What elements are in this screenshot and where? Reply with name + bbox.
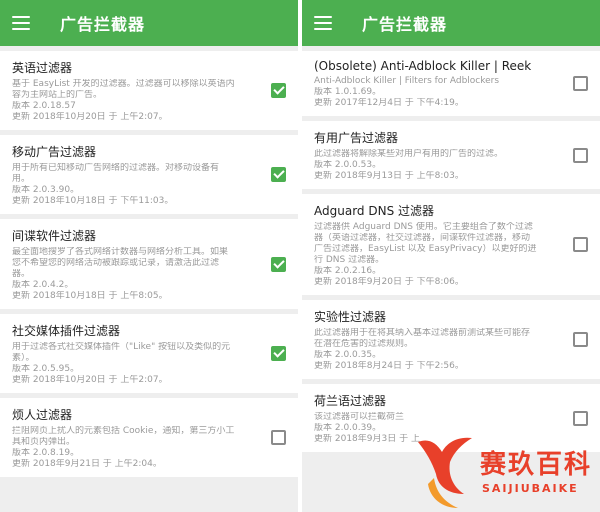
filter-checkbox[interactable]	[271, 256, 286, 272]
filter-description-line: 素）。	[12, 353, 35, 363]
filter-description-line: 拦阻网页上扰人的元素包括 Cookie，通知，第三方小工	[12, 426, 235, 436]
filter-description-line: 最全面地搜罗了各式网络计数器与网络分析工具。如果	[12, 247, 229, 257]
watermark-subtext: SAIJIUBAIKE	[482, 482, 579, 495]
app-bar: 广告拦截器	[0, 0, 298, 46]
filter-description-line: 容为主网站上的广告。	[12, 90, 103, 100]
app-bar: 广告拦截器	[302, 0, 600, 46]
filter-item[interactable]: 有用广告过滤器此过滤器将解除某些对用户有用的广告的过滤。 版本 2.0.0.53。…	[302, 121, 600, 189]
filter-description-line: 具和页内弹出。	[12, 437, 76, 447]
filter-description-line: 版本 2.0.8.19。	[12, 448, 80, 458]
filter-description-line: 更新 2018年10月20日 于 上午2:07。	[12, 112, 168, 122]
filter-description-line: 更新 2017年12月4日 于 下午4:19。	[314, 98, 464, 108]
filter-title: 有用广告过滤器	[314, 131, 399, 145]
filter-item[interactable]: 间谍软件过滤器最全面地搜罗了各式网络计数器与网络分析工具。如果 您不希望您的网络活…	[0, 219, 298, 309]
filter-item[interactable]: 烦人过滤器拦阻网页上扰人的元素包括 Cookie，通知，第三方小工 具和页内弹出。…	[0, 398, 298, 477]
filter-description-line: 您不希望您的网络活动被跟踪或记录，请激活此过滤	[12, 258, 220, 268]
filter-description-line: 更新 2018年10月20日 于 上午2:07。	[12, 375, 168, 385]
filter-checkbox[interactable]	[271, 167, 286, 182]
filter-title: (Obsolete) Anti-Adblock Killer | Reek	[314, 59, 532, 73]
filter-description-line: 广告过滤器，EasyList 以及 EasyPrivacy）以更好的进	[314, 244, 537, 254]
filter-list: (Obsolete) Anti-Adblock Killer | Reek Ant…	[302, 46, 600, 452]
filter-description-line: 版本 2.0.5.95。	[12, 364, 80, 374]
filter-item[interactable]: Adguard DNS 过滤器过滤器供 Adguard DNS 使用。它主要组合…	[302, 194, 600, 295]
filter-description-line: 版本 2.0.2.16。	[314, 266, 382, 276]
filter-description-line: 版本 1.0.1.69。	[314, 87, 382, 97]
filter-description-line: 行 DNS 过滤器。	[314, 255, 385, 265]
filter-item[interactable]: (Obsolete) Anti-Adblock Killer | Reek Ant…	[302, 51, 600, 116]
filter-description-line: 版本 2.0.3.90。	[12, 185, 80, 195]
filter-title: 荷兰语过滤器	[314, 394, 387, 408]
filter-title: 间谍软件过滤器	[12, 229, 97, 243]
filter-description-line: 器（英语过滤器，社交过滤器，间谍软件过滤器，移动	[314, 233, 531, 243]
whale-tail-logo-icon	[418, 437, 472, 508]
filter-item[interactable]: 移动广告过滤器用于所有已知移动广告网络的过滤器。对移动设备有 用。 版本 2.0.3…	[0, 135, 298, 214]
menu-icon[interactable]	[12, 16, 30, 30]
left-screen: 广告拦截器 英语过滤器基于 EasyList 开发的过滤器。过滤器可以移除以英语…	[0, 0, 298, 512]
filter-description-line: 在潜在危害的过滤规则。	[314, 339, 414, 349]
filter-description-line: 版本 2.0.18.57	[12, 101, 76, 111]
watermark-text: 赛玖百科	[480, 450, 593, 480]
filter-list: 英语过滤器基于 EasyList 开发的过滤器。过滤器可以移除以英语内 容为主网站…	[0, 46, 298, 477]
filter-description-line: Anti-Adblock Killer | Filters for Adbloc…	[314, 76, 500, 86]
filter-title: 烦人过滤器	[12, 408, 73, 422]
filter-item[interactable]: 实验性过滤器此过滤器用于在将其纳入基本过滤器前测试某些可能存 在潜在危害的过滤规则…	[302, 300, 600, 379]
filter-description-line: 版本 2.0.4.2。	[12, 280, 74, 290]
filter-checkbox[interactable]	[573, 147, 588, 163]
filter-title: 移动广告过滤器	[12, 145, 97, 159]
watermark: 赛玖百科 SAIJIUBAIKE	[414, 434, 600, 512]
filter-description-line: 用于所有已知移动广告网络的过滤器。对移动设备有	[12, 163, 220, 173]
filter-description-line: 更新 2018年8月24日 于 下午2:56。	[314, 361, 464, 371]
filter-description-line: 更新 2018年10月18日 于 上午8:05。	[12, 291, 168, 301]
filter-checkbox[interactable]	[573, 237, 588, 252]
filter-description-line: 更新 2018年9月21日 于 上午2:04。	[12, 459, 162, 469]
filter-checkbox[interactable]	[573, 76, 588, 91]
filter-title: 社交媒体插件过滤器	[12, 324, 121, 338]
filter-checkbox[interactable]	[573, 332, 588, 347]
filter-description-line: 更新 2018年9月20日 于 下午8:06。	[314, 277, 464, 287]
app-bar-title: 广告拦截器	[362, 15, 448, 34]
filter-description-line: 此过滤器用于在将其纳入基本过滤器前测试某些可能存	[314, 328, 531, 338]
filter-title: Adguard DNS 过滤器	[314, 204, 434, 218]
filter-description-line: 基于 EasyList 开发的过滤器。过滤器可以移除以英语内	[12, 79, 235, 89]
filter-description-line: 用于过滤各式社交媒体插件（"Like" 按钮以及类似的元	[12, 342, 231, 352]
filter-description-line: 版本 2.0.0.35。	[314, 350, 382, 360]
filter-description-line: 用。	[12, 174, 31, 184]
filter-checkbox[interactable]	[271, 83, 286, 98]
filter-description-line: 更新 2018年10月18日 于 下午11:03。	[12, 196, 174, 206]
filter-description-line: 过滤器供 Adguard DNS 使用。它主要组合了数个过滤	[314, 222, 533, 232]
filter-description-line: 此过滤器将解除某些对用户有用的广告的过滤。	[314, 149, 504, 159]
filter-title: 实验性过滤器	[314, 310, 387, 324]
filter-item[interactable]: 社交媒体插件过滤器用于过滤各式社交媒体插件（"Like" 按钮以及类似的元 素）。…	[0, 314, 298, 393]
filter-description-line: 器。	[12, 269, 31, 279]
filter-checkbox[interactable]	[271, 430, 286, 445]
filter-item[interactable]: 英语过滤器基于 EasyList 开发的过滤器。过滤器可以移除以英语内 容为主网站…	[0, 51, 298, 130]
filter-description-line: 版本 2.0.0.53。	[314, 160, 382, 170]
filter-description-line: 该过滤器可以拦截荷兰	[314, 412, 405, 422]
filter-description-line: 版本 2.0.0.39。	[314, 423, 382, 433]
menu-icon[interactable]	[314, 16, 332, 30]
filter-checkbox[interactable]	[573, 410, 588, 426]
filter-description-line: 更新 2018年9月13日 于 上午8:03。	[314, 171, 464, 181]
app-bar-title: 广告拦截器	[60, 15, 146, 34]
filter-title: 英语过滤器	[12, 61, 73, 75]
filter-checkbox[interactable]	[271, 346, 286, 361]
